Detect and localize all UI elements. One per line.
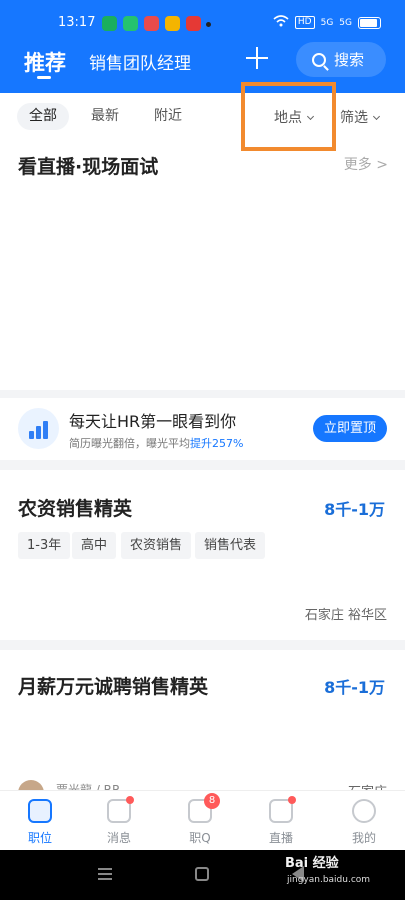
job-tag: 1-3年 bbox=[18, 532, 71, 559]
status-bar: 13:17 HD 5G 5G bbox=[0, 0, 405, 48]
tab-sales-manager[interactable]: 销售团队经理 bbox=[89, 49, 191, 74]
bottom-nav-label: 职Q bbox=[189, 831, 211, 845]
live-stream-area[interactable] bbox=[0, 190, 405, 390]
promo-subtitle: 简历曝光翻倍，曝光平均提升257% bbox=[69, 435, 243, 451]
bottom-nav-label: 消息 bbox=[106, 831, 131, 845]
profile-icon bbox=[352, 799, 376, 823]
bottom-nav-live[interactable]: 直播 bbox=[251, 796, 311, 846]
pin-top-button[interactable]: 立即置顶 bbox=[313, 415, 387, 442]
notification-dot bbox=[206, 22, 211, 27]
job-location: 石家庄 裕华区 bbox=[304, 608, 387, 623]
app-notification-icon bbox=[186, 16, 201, 31]
status-time: 13:17 bbox=[58, 15, 96, 30]
chart-bar bbox=[29, 431, 34, 439]
bottom-nav-messages[interactable]: 消息 bbox=[89, 796, 149, 846]
home-icon[interactable] bbox=[195, 867, 209, 881]
promo-banner[interactable]: 每天让HR第一眼看到你 简历曝光翻倍，曝光平均提升257% 立即置顶 bbox=[0, 398, 405, 460]
bottom-nav-label: 职位 bbox=[27, 831, 52, 845]
promo-highlight: 提升257% bbox=[190, 437, 244, 450]
tab-indicator bbox=[37, 76, 51, 79]
filter-dropdown[interactable]: 筛选 bbox=[340, 107, 381, 127]
filter-chip-latest[interactable]: 最新 bbox=[79, 103, 131, 130]
filter-chip-all[interactable]: 全部 bbox=[17, 103, 69, 130]
bottom-nav-label: 直播 bbox=[268, 831, 293, 845]
divider bbox=[0, 390, 405, 398]
bottom-nav-label: 我的 bbox=[351, 831, 376, 845]
job-card[interactable]: 农资销售精英 8千-1万 1-3年 高中 农资销售 销售代表 石家庄 裕华区 bbox=[0, 470, 405, 640]
chevron-down-icon bbox=[372, 112, 381, 121]
job-title: 农资销售精英 bbox=[18, 498, 133, 520]
filter-chip-nearby[interactable]: 附近 bbox=[142, 103, 194, 130]
search-button[interactable]: 搜索 bbox=[296, 42, 386, 77]
job-salary: 8千-1万 bbox=[324, 500, 385, 519]
filter-label: 筛选 bbox=[340, 110, 368, 126]
divider bbox=[0, 640, 405, 650]
bottom-nav-zhiq[interactable]: 8 职Q bbox=[170, 793, 230, 846]
wifi-icon bbox=[273, 15, 289, 30]
signal-label: 5G bbox=[320, 17, 334, 28]
bottom-nav-me[interactable]: 我的 bbox=[334, 799, 394, 846]
status-app-icons bbox=[102, 16, 201, 31]
battery-icon bbox=[358, 16, 381, 29]
job-salary: 8千-1万 bbox=[324, 678, 385, 697]
add-icon[interactable] bbox=[244, 45, 270, 71]
job-tag: 高中 bbox=[72, 532, 117, 559]
message-icon bbox=[107, 796, 134, 823]
notification-dot bbox=[288, 796, 296, 804]
app-notification-icon bbox=[102, 16, 117, 31]
top-nav: 推荐 销售团队经理 搜索 bbox=[0, 42, 405, 82]
menu-icon[interactable] bbox=[98, 868, 112, 880]
chart-bar bbox=[36, 426, 41, 439]
signal-label: 5G bbox=[339, 17, 352, 28]
promo-title: 每天让HR第一眼看到你 bbox=[69, 412, 237, 431]
more-link[interactable]: 更多 > bbox=[344, 154, 388, 174]
tab-recommend[interactable]: 推荐 bbox=[24, 47, 66, 77]
divider bbox=[0, 460, 405, 470]
highlight-annotation bbox=[241, 82, 336, 151]
zhiq-icon: 8 bbox=[188, 793, 220, 823]
app-notification-icon bbox=[165, 16, 180, 31]
search-label: 搜索 bbox=[334, 51, 365, 69]
job-title: 月薪万元诚聘销售精英 bbox=[18, 676, 209, 698]
job-card[interactable]: 月薪万元诚聘销售精英 8千-1万 贾光龍 / RR 石家庄 bbox=[0, 650, 405, 806]
live-section-title: 看直播·现场面试 bbox=[18, 156, 159, 178]
growth-chart-icon bbox=[18, 408, 59, 449]
bottom-nav-jobs[interactable]: 职位 bbox=[10, 799, 70, 846]
watermark-url: jingyan.baidu.com bbox=[287, 875, 371, 885]
filter-bar: 全部 最新 附近 地点 筛选 bbox=[0, 93, 405, 139]
chart-bar bbox=[43, 421, 48, 439]
promo-subtitle-text: 简历曝光翻倍，曝光平均 bbox=[69, 437, 190, 450]
status-right: HD 5G 5G bbox=[273, 15, 381, 30]
phone-icon bbox=[123, 16, 138, 31]
job-tag: 农资销售 bbox=[121, 532, 192, 559]
job-tag: 销售代表 bbox=[195, 532, 266, 559]
search-icon bbox=[312, 52, 326, 67]
notification-dot bbox=[126, 796, 134, 804]
unread-badge: 8 bbox=[204, 793, 220, 809]
live-tv-icon bbox=[269, 796, 296, 823]
briefcase-icon bbox=[28, 799, 52, 823]
hd-indicator: HD bbox=[294, 16, 315, 29]
app-notification-icon bbox=[144, 16, 159, 31]
watermark-logo: Bai 经验 bbox=[285, 856, 339, 871]
bottom-nav: 职位 消息 8 职Q 直播 我的 bbox=[0, 790, 405, 850]
